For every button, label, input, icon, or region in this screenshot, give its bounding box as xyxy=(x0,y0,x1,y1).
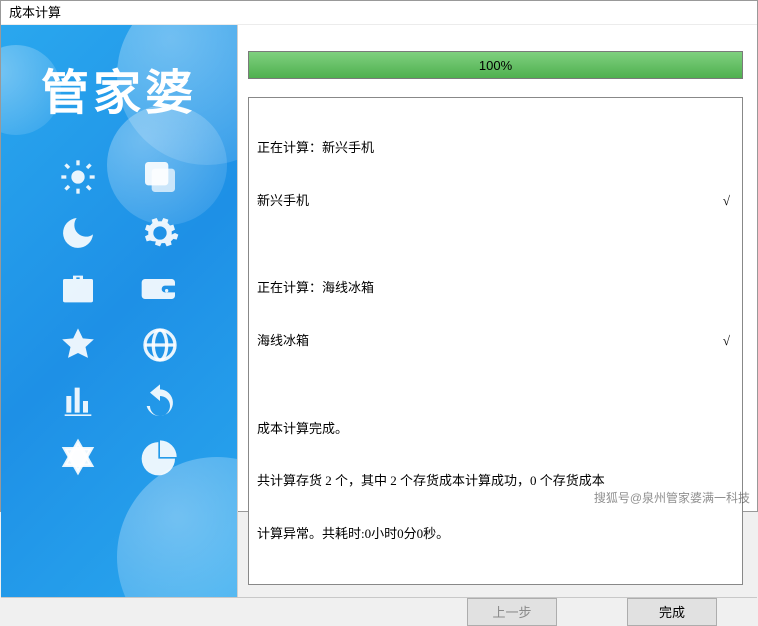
wallet-icon xyxy=(138,267,182,311)
log-line: 成本计算完成。 xyxy=(257,420,734,438)
progress-bar: 100% xyxy=(248,51,743,79)
log-line: 新兴手机√ xyxy=(257,192,734,210)
log-line: 正在计算：新兴手机 xyxy=(257,139,734,157)
check-mark: √ xyxy=(723,192,734,210)
footer: 上一步 完成 xyxy=(1,597,757,626)
log-line: 正在计算：海线冰箱 xyxy=(257,279,734,297)
window-body: 管家婆 xyxy=(1,25,757,597)
progress-percent: 100% xyxy=(479,58,512,73)
titlebar: 成本计算 xyxy=(1,1,757,25)
window-title: 成本计算 xyxy=(9,5,61,20)
briefcase-icon xyxy=(56,267,100,311)
sun-icon xyxy=(56,155,100,199)
log-line: 海线冰箱√ xyxy=(257,332,734,350)
log-line: 计算异常。共耗时:0小时0分0秒。 xyxy=(257,525,734,543)
brand-logo: 管家婆 xyxy=(1,53,237,123)
hexagram-icon xyxy=(56,435,100,479)
gear-icon xyxy=(138,211,182,255)
prev-button: 上一步 xyxy=(467,598,557,626)
cost-calc-window: 成本计算 管家婆 xyxy=(0,0,758,512)
sidebar: 管家婆 xyxy=(1,25,237,597)
moon-icon xyxy=(56,211,100,255)
pie-icon xyxy=(138,435,182,479)
log-line: 共计算存货 2 个，其中 2 个存货成本计算成功，0 个存货成本 xyxy=(257,472,734,490)
star-icon xyxy=(56,323,100,367)
main-panel: 100% 正在计算：新兴手机 新兴手机√ 正在计算：海线冰箱 海线冰箱√ 成本计… xyxy=(237,25,757,597)
globe-icon xyxy=(138,323,182,367)
progress-fill: 100% xyxy=(249,52,742,78)
undo-icon xyxy=(138,379,182,423)
chart-icon xyxy=(56,379,100,423)
stack-icon xyxy=(138,155,182,199)
done-button[interactable]: 完成 xyxy=(627,598,717,626)
check-mark: √ xyxy=(723,332,734,350)
